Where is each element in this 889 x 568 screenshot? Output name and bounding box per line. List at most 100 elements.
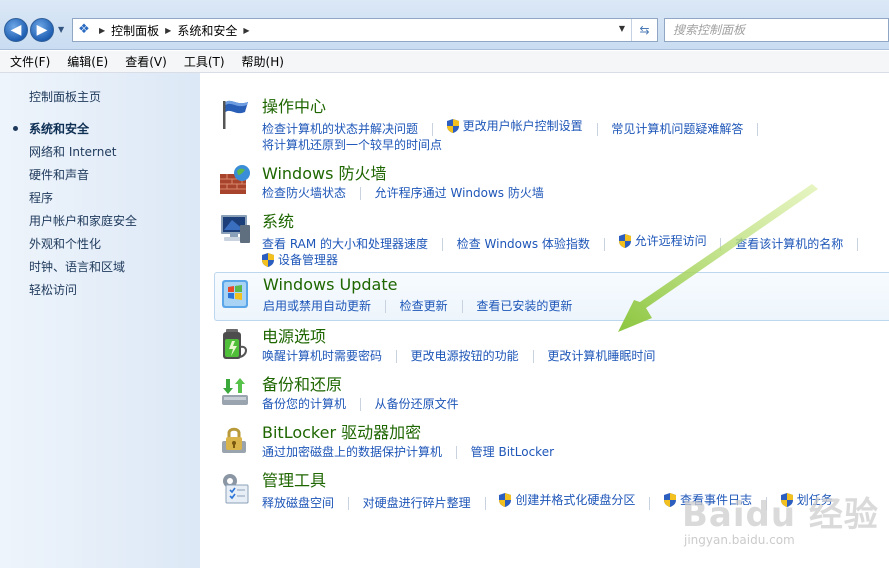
back-button[interactable]: ◀ <box>4 18 28 42</box>
admin-tools-icon <box>223 474 249 504</box>
link-divider <box>431 122 433 136</box>
link-troubleshoot[interactable]: 常见计算机问题疑难解答 <box>611 120 743 137</box>
category-title[interactable]: 管理工具 <box>262 467 326 491</box>
menu-help[interactable]: 帮助(H) <box>232 53 291 70</box>
search-input[interactable] <box>665 19 888 41</box>
link-ram-cpu[interactable]: 查看 RAM 的大小和处理器速度 <box>262 235 428 252</box>
sidebar-item-network[interactable]: 网络和 Internet <box>29 144 137 167</box>
link-label: 允许远程访问 <box>634 234 707 248</box>
category-links: 查看 RAM 的大小和处理器速度 检查 Windows 体验指数 允许远程访问 … <box>262 232 868 252</box>
sidebar-list: 系统和安全 网络和 Internet 硬件和声音 程序 用户帐户和家庭安全 外观… <box>12 121 137 305</box>
address-toolbar: ◀ ▶ ▼ ❖ ▶ 控制面板 ▶ 系统和安全 ▶ ▼ ⇆ <box>0 0 889 50</box>
link-manage-bitlocker[interactable]: 管理 BitLocker <box>471 443 554 460</box>
category-title[interactable]: 系统 <box>262 208 294 232</box>
link-label: 划任务 <box>796 493 833 507</box>
link-restore-files[interactable]: 从备份还原文件 <box>375 395 459 412</box>
link-backup-computer[interactable]: 备份您的计算机 <box>262 395 346 412</box>
sidebar-home-link[interactable]: 控制面板主页 <box>29 88 101 105</box>
link-divider <box>395 350 397 363</box>
link-auto-update[interactable]: 启用或禁用自动更新 <box>263 297 371 314</box>
category-admin-tools: 管理工具 释放磁盘空间 对硬盘进行碎片整理 创建并格式化硬盘分区 查看事件日志 <box>214 467 889 510</box>
link-system-restore[interactable]: 将计算机还原到一个较早的时间点 <box>262 136 442 153</box>
link-power-button[interactable]: 更改电源按钮的功能 <box>411 347 519 364</box>
windows-update-icon <box>222 280 248 308</box>
link-sleep-time[interactable]: 更改计算机睡眠时间 <box>547 347 655 364</box>
link-remote-access[interactable]: 允许远程访问 <box>618 232 707 249</box>
forward-button[interactable]: ▶ <box>30 18 54 42</box>
sidebar-item-user-accounts[interactable]: 用户帐户和家庭安全 <box>29 213 137 236</box>
link-label: 设备管理器 <box>278 253 339 267</box>
address-dropdown-icon[interactable]: ▼ <box>619 24 625 33</box>
link-firewall-status[interactable]: 检查防火墙状态 <box>262 184 346 201</box>
battery-icon <box>223 329 247 359</box>
category-links-secondary: 将计算机还原到一个较早的时间点 <box>262 136 442 153</box>
category-links: 检查计算机的状态并解决问题 更改用户帐户控制设置 常见计算机问题疑难解答 <box>262 117 768 137</box>
breadcrumb-system-security[interactable]: 系统和安全 <box>177 22 237 39</box>
link-wake-password[interactable]: 唤醒计算机时需要密码 <box>262 347 382 364</box>
link-check-status[interactable]: 检查计算机的状态并解决问题 <box>262 120 418 137</box>
menu-tools[interactable]: 工具(T) <box>174 53 232 70</box>
category-links: 通过加密磁盘上的数据保护计算机 管理 BitLocker <box>262 443 554 460</box>
category-title[interactable]: 操作中心 <box>262 93 326 117</box>
link-experience-index[interactable]: 检查 Windows 体验指数 <box>457 235 590 252</box>
link-label: 创建并格式化硬盘分区 <box>515 493 636 507</box>
category-links: 备份您的计算机 从备份还原文件 <box>262 395 459 412</box>
sidebar-item-hardware-sound[interactable]: 硬件和声音 <box>29 167 137 190</box>
link-divider <box>757 122 759 136</box>
category-power-options: 电源选项 唤醒计算机时需要密码 更改电源按钮的功能 更改计算机睡眠时间 <box>214 323 889 363</box>
arrow-right-icon: ▶ <box>36 22 48 38</box>
link-uac-settings[interactable]: 更改用户帐户控制设置 <box>446 117 583 134</box>
menu-edit[interactable]: 编辑(E) <box>57 53 115 70</box>
link-divider <box>532 350 534 363</box>
sidebar-item-system-security[interactable]: 系统和安全 <box>12 121 137 144</box>
search-box[interactable] <box>664 18 889 42</box>
link-task-scheduler[interactable]: 划任务 <box>780 491 833 508</box>
link-divider <box>347 496 349 510</box>
link-event-log[interactable]: 查看事件日志 <box>664 491 752 508</box>
shield-icon <box>780 492 793 507</box>
category-title[interactable]: 备份和还原 <box>262 371 342 395</box>
address-bar[interactable]: ❖ ▶ 控制面板 ▶ 系统和安全 ▶ ▼ ⇆ <box>72 18 658 42</box>
category-title[interactable]: BitLocker 驱动器加密 <box>262 419 421 443</box>
link-allow-program[interactable]: 允许程序通过 Windows 防火墙 <box>375 184 544 201</box>
sidebar-item-programs[interactable]: 程序 <box>29 190 137 213</box>
recent-pages-dropdown[interactable]: ▼ <box>58 25 64 34</box>
link-installed-updates[interactable]: 查看已安装的更新 <box>476 297 572 314</box>
sidebar-item-appearance[interactable]: 外观和个性化 <box>29 236 137 259</box>
category-links: 唤醒计算机时需要密码 更改电源按钮的功能 更改计算机睡眠时间 <box>262 347 655 364</box>
chevron-right-icon[interactable]: ▶ <box>243 26 249 35</box>
system-icon <box>221 215 250 243</box>
link-divider <box>765 496 767 510</box>
chevron-right-icon[interactable]: ▶ <box>99 26 105 35</box>
link-divider <box>359 398 361 411</box>
link-label: 查看事件日志 <box>680 493 753 507</box>
link-defragment[interactable]: 对硬盘进行碎片整理 <box>363 494 471 511</box>
category-firewall: Windows 防火墙 检查防火墙状态 允许程序通过 Windows 防火墙 <box>214 160 889 200</box>
refresh-icon[interactable]: ⇆ <box>631 19 657 41</box>
category-title[interactable]: Windows Update <box>263 275 397 294</box>
link-check-updates[interactable]: 检查更新 <box>400 297 448 314</box>
link-device-manager[interactable]: 设备管理器 <box>262 251 338 268</box>
link-computer-name[interactable]: 查看该计算机的名称 <box>735 235 843 252</box>
sidebar-item-clock-region[interactable]: 时钟、语言和区域 <box>29 259 137 282</box>
breadcrumb-control-panel[interactable]: 控制面板 <box>111 22 159 39</box>
link-divider <box>359 187 361 200</box>
category-title[interactable]: Windows 防火墙 <box>262 160 387 184</box>
category-links-secondary: 设备管理器 <box>262 251 338 270</box>
bitlocker-icon <box>222 427 246 453</box>
category-links: 启用或禁用自动更新 检查更新 查看已安装的更新 <box>263 297 572 314</box>
category-title[interactable]: 电源选项 <box>262 323 326 347</box>
menu-file[interactable]: 文件(F) <box>0 53 57 70</box>
link-divider <box>461 300 463 313</box>
category-bitlocker: BitLocker 驱动器加密 通过加密磁盘上的数据保护计算机 管理 BitLo… <box>214 419 889 459</box>
link-label: 更改用户帐户控制设置 <box>462 119 583 133</box>
sidebar-item-ease-of-access[interactable]: 轻松访问 <box>29 282 137 305</box>
link-create-partition[interactable]: 创建并格式化硬盘分区 <box>499 491 635 508</box>
link-disk-cleanup[interactable]: 释放磁盘空间 <box>262 494 334 511</box>
link-encrypt-disk[interactable]: 通过加密磁盘上的数据保护计算机 <box>262 443 442 460</box>
chevron-right-icon[interactable]: ▶ <box>165 26 171 35</box>
category-windows-update[interactable]: Windows Update 启用或禁用自动更新 检查更新 查看已安装的更新 <box>214 272 889 321</box>
menu-view[interactable]: 查看(V) <box>115 53 174 70</box>
link-divider <box>384 300 386 313</box>
category-backup-restore: 备份和还原 备份您的计算机 从备份还原文件 <box>214 371 889 411</box>
